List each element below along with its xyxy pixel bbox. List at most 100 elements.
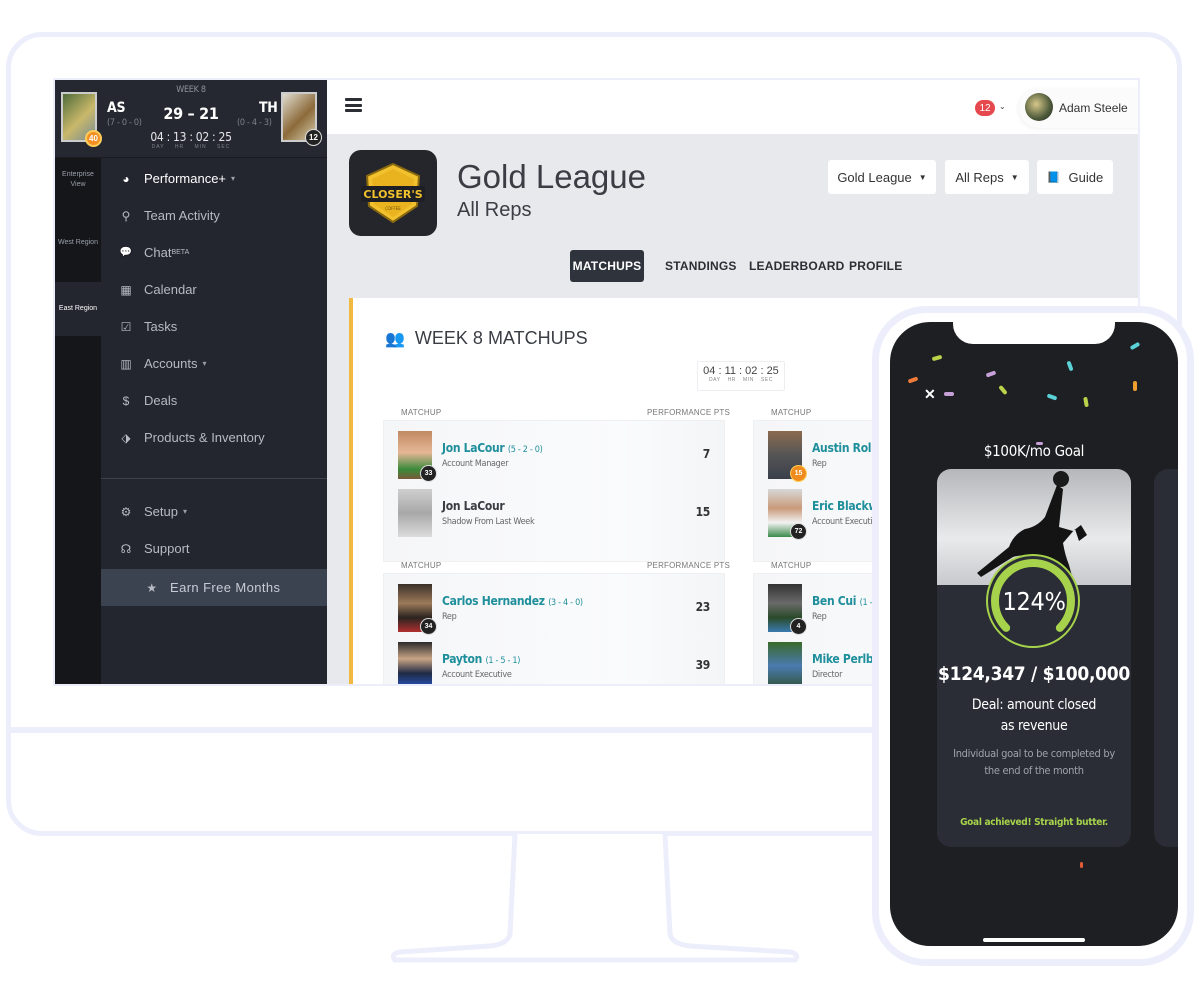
fire-badge: 15 — [790, 465, 807, 482]
rep-role: Director — [812, 670, 843, 680]
rep-role: Account Executive — [442, 670, 512, 680]
confetti-piece — [1133, 381, 1137, 391]
tab-profile[interactable]: PROFILE — [839, 250, 912, 282]
section-title: 👥 WEEK 8 MATCHUPS — [385, 328, 588, 349]
monitor-stand — [390, 834, 800, 963]
page-title: Gold League — [457, 158, 646, 195]
confetti-piece — [1046, 393, 1058, 401]
sidebar-item-accounts[interactable]: ▥ Accounts ▾ — [101, 345, 327, 382]
confetti-piece — [1080, 862, 1083, 868]
right-team-record: (0 - 4 - 3) — [237, 118, 272, 128]
countdown-value: 04 : 11 : 02 : 25 — [703, 365, 779, 377]
section-title-text: WEEK 8 MATCHUPS — [414, 328, 588, 348]
guide-button[interactable]: 📘 Guide — [1037, 160, 1113, 194]
chevron-down-icon: ▼ — [1010, 172, 1019, 182]
reps-select-value: All Reps — [955, 169, 1004, 185]
sidebar-item-label: Tasks — [144, 319, 178, 334]
table-row[interactable]: 34 Carlos Hernandez (3 - 4 - 0) Rep 23 — [384, 580, 726, 640]
confetti-piece — [907, 376, 919, 384]
chevron-down-icon[interactable]: ⌄ — [999, 102, 1006, 111]
rep-name[interactable]: Payton (1 - 5 - 1) — [442, 652, 520, 666]
sidebar-item-label: Setup — [144, 504, 178, 519]
chevron-down-icon: ▾ — [182, 507, 187, 516]
progress-percent: 124% — [1002, 587, 1066, 616]
notification-badge[interactable]: 12 — [975, 100, 995, 116]
home-indicator[interactable] — [983, 938, 1085, 942]
logo-text: CLOSER'S — [363, 188, 422, 201]
goal-metric-line: Deal: amount closed — [971, 697, 1097, 713]
close-icon[interactable]: ✕ — [924, 386, 936, 403]
chevron-down-icon: ▾ — [231, 174, 236, 183]
table-row[interactable]: Payton (1 - 5 - 1) Account Executive 39 — [384, 638, 726, 684]
rep-role: Shadow From Last Week — [442, 517, 535, 527]
user-name: Adam Steele — [1059, 101, 1128, 115]
confetti-piece — [985, 370, 997, 378]
sidebar-divider — [101, 478, 327, 479]
rep-role: Rep — [812, 612, 827, 622]
rep-name[interactable]: Jon LaCour — [442, 499, 505, 513]
sidebar: 40 WEEK 8 AS (7 - 0 - 0) 29 – 21 TH (0 -… — [55, 80, 327, 684]
column-header-matchup: MATCHUP — [401, 408, 442, 417]
rep-photo — [768, 642, 802, 684]
user-menu[interactable]: Adam Steele — [1019, 88, 1138, 128]
tab-matchups[interactable]: MATCHUPS — [570, 250, 644, 282]
region-east[interactable]: East Region — [55, 282, 101, 336]
column-header-matchup: MATCHUP — [771, 561, 812, 570]
goal-card[interactable]: 124% $124,347 / $100,000 Deal: amount cl… — [937, 469, 1131, 847]
scoreboard-panel[interactable]: 40 WEEK 8 AS (7 - 0 - 0) 29 – 21 TH (0 -… — [55, 80, 327, 158]
tab-standings[interactable]: STANDINGS — [655, 250, 747, 282]
sidebar-item-team-activity[interactable]: ⚲ Team Activity — [101, 197, 327, 234]
right-level-badge: 12 — [305, 129, 322, 146]
column-header-points: PERFORMANCE PTS — [647, 561, 731, 570]
sidebar-item-label: Team Activity — [144, 208, 220, 223]
matchup-card[interactable]: 34 Carlos Hernandez (3 - 4 - 0) Rep 23 P… — [383, 573, 726, 684]
sidebar-item-performance[interactable]: ◕ Performance+ ▾ — [101, 160, 327, 197]
sidebar-item-label: Deals — [144, 393, 178, 408]
sidebar-item-products-inventory[interactable]: ⬗ Products & Inventory — [101, 419, 327, 456]
gear-icon: ⚙ — [120, 504, 132, 519]
sidebar-item-earn-free-months[interactable]: ★ Earn Free Months — [101, 569, 327, 606]
tab-leaderboard[interactable]: LEADERBOARD — [739, 250, 855, 282]
sidebar-item-label: Chat — [144, 245, 172, 260]
region-enterprise-view[interactable]: Enterprise View — [55, 170, 101, 190]
matchup-card[interactable]: 33 Jon LaCour (5 - 2 - 0) Account Manage… — [383, 420, 725, 562]
top-bar: 12 ⌄ Adam Steele — [327, 80, 1138, 134]
hamburger-menu-icon[interactable] — [345, 98, 362, 112]
region-switcher: Enterprise View West Region East Region — [55, 158, 101, 684]
rep-name[interactable]: Ben Cui (1 - 5 — [812, 594, 880, 608]
rep-name[interactable]: Jon LaCour (5 - 2 - 0) — [442, 441, 543, 455]
reps-select[interactable]: All Reps ▼ — [945, 160, 1029, 194]
table-row[interactable]: Jon LaCour Shadow From Last Week 15 — [384, 485, 726, 545]
map-pin-icon: ⚲ — [121, 208, 131, 223]
matchup-countdown: 04 : 11 : 02 : 25 DAY HR MIN SEC — [697, 361, 785, 391]
level-badge: 34 — [420, 618, 437, 635]
sidebar-item-label: Calendar — [144, 282, 197, 297]
sidebar-item-label: Earn Free Months — [170, 580, 281, 595]
page-subtitle: All Reps — [457, 199, 532, 221]
rep-name[interactable]: Eric Blackw — [812, 499, 878, 513]
rep-photo — [398, 489, 432, 537]
checkbox-icon: ☑ — [120, 319, 132, 334]
goal-amount: $124,347 / $100,000 — [938, 663, 1130, 685]
league-select[interactable]: Gold League ▼ — [828, 160, 936, 194]
rep-name[interactable]: Carlos Hernandez (3 - 4 - 0) — [442, 594, 583, 608]
next-goal-card-peek[interactable] — [1154, 469, 1178, 847]
tags-icon: ⬗ — [121, 430, 131, 445]
level-badge: 33 — [420, 465, 437, 482]
sidebar-item-setup[interactable]: ⚙ Setup ▾ — [101, 493, 327, 530]
chat-icon: 💬 — [119, 247, 133, 258]
book-icon: 📘 — [1046, 171, 1061, 184]
table-row[interactable]: 33 Jon LaCour (5 - 2 - 0) Account Manage… — [384, 427, 726, 487]
phone-notch — [953, 322, 1115, 344]
sidebar-item-deals[interactable]: $ Deals — [101, 382, 327, 419]
performance-points: 7 — [702, 447, 711, 461]
dollar-icon: $ — [122, 393, 130, 408]
briefcase-icon: ▥ — [120, 356, 132, 371]
sidebar-item-support[interactable]: ☊ Support — [101, 530, 327, 567]
level-badge: 72 — [790, 523, 807, 540]
sidebar-item-calendar[interactable]: ▦ Calendar — [101, 271, 327, 308]
sidebar-item-tasks[interactable]: ☑ Tasks — [101, 308, 327, 345]
sidebar-item-chat[interactable]: 💬 Chat BETA — [101, 234, 327, 271]
logo-subtext: COFFEE — [385, 206, 401, 211]
region-west[interactable]: West Region — [55, 238, 101, 248]
